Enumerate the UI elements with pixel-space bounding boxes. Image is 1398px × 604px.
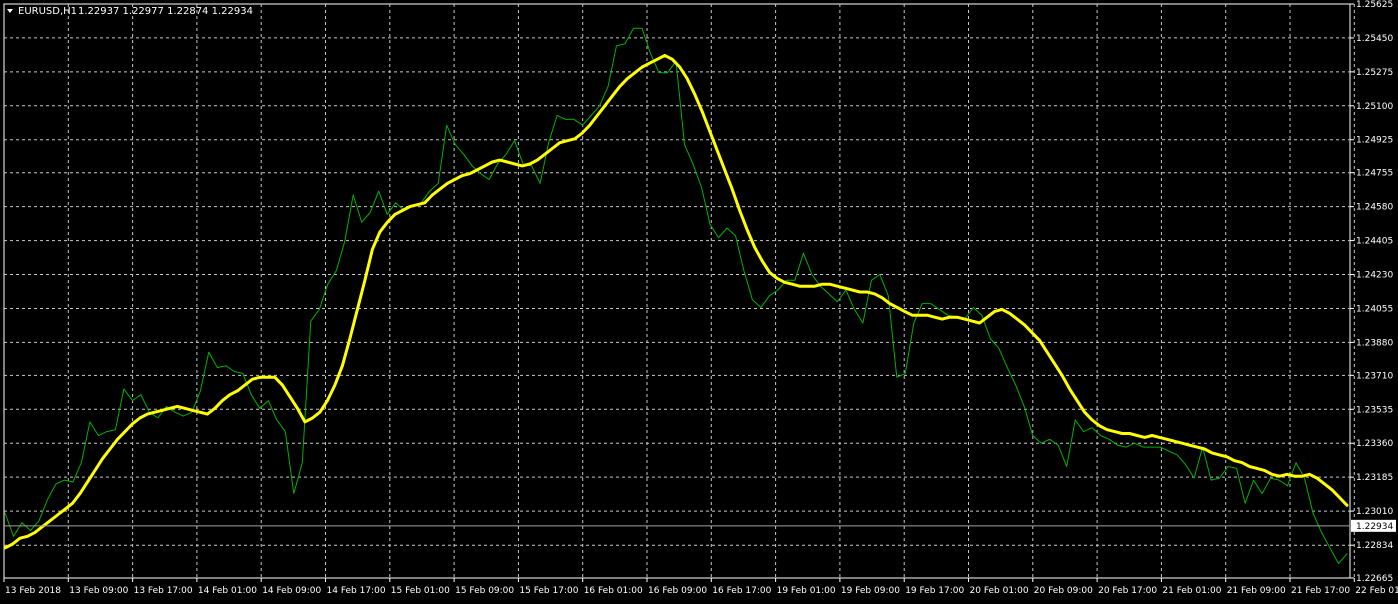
x-tick-label: 13 Feb 2018 — [5, 586, 61, 596]
y-tick-label: 1.23185 — [1356, 473, 1393, 483]
y-tick-label: 1.24405 — [1356, 237, 1393, 247]
x-tick-label: 19 Feb 17:00 — [905, 586, 964, 596]
ohlc-label: 1.22937 1.22977 1.22874 1.22934 — [78, 6, 253, 17]
price-series — [4, 27, 1348, 564]
moving-average-series — [3, 53, 1349, 550]
x-tick-label: 15 Feb 09:00 — [455, 586, 514, 596]
y-tick-label: 1.24925 — [1356, 136, 1393, 146]
y-tick-label: 1.23710 — [1356, 371, 1393, 381]
y-tick-label: 1.25450 — [1356, 34, 1393, 44]
y-tick-label: 1.24755 — [1356, 169, 1393, 179]
x-tick-label: 20 Feb 17:00 — [1098, 586, 1157, 596]
x-tick-label: 16 Feb 09:00 — [648, 586, 707, 596]
plot-frame — [3, 3, 1351, 579]
x-tick-label: 14 Feb 17:00 — [327, 586, 386, 596]
x-tick-label: 19 Feb 09:00 — [841, 586, 900, 596]
x-tick-label: 14 Feb 09:00 — [262, 586, 321, 596]
x-tick-label: 13 Feb 17:00 — [134, 586, 193, 596]
y-tick-label: 1.25275 — [1356, 68, 1393, 78]
x-tick-label: 16 Feb 01:00 — [584, 586, 643, 596]
y-axis-ticks: 1.25625 1.25450 1.25275 1.25100 1.24925 1.247… — [1350, 0, 1393, 584]
y-tick-label: 1.24055 — [1356, 304, 1393, 314]
x-tick-label: 21 Feb 17:00 — [1291, 586, 1350, 596]
chart-window: 1.22934 1.25625 1.25450 1.25275 1.25100 1.24… — [0, 0, 1398, 604]
x-tick-label: 21 Feb 09:00 — [1227, 586, 1286, 596]
current-price-label: 1.22934 — [1356, 522, 1393, 532]
x-tick-label: 21 Feb 01:00 — [1162, 586, 1221, 596]
series-layer — [3, 27, 1349, 564]
price-chart[interactable]: 1.22934 1.25625 1.25450 1.25275 1.25100 1.24… — [0, 0, 1398, 604]
y-tick-label: 1.23880 — [1356, 338, 1393, 348]
chart-header[interactable]: EURUSD,H1 1.22937 1.22977 1.22874 1.2293… — [7, 6, 253, 17]
current-price-line-layer: 1.22934 — [4, 519, 1396, 532]
x-tick-label: 14 Feb 01:00 — [198, 586, 257, 596]
y-tick-label: 1.25625 — [1356, 0, 1393, 10]
dropdown-triangle-icon[interactable] — [7, 9, 13, 13]
x-tick-label: 15 Feb 01:00 — [391, 586, 450, 596]
y-tick-label: 1.25100 — [1356, 102, 1393, 112]
y-tick-label: 1.22834 — [1356, 541, 1393, 551]
y-tick-label: 1.23360 — [1356, 439, 1393, 449]
y-tick-label: 1.22665 — [1356, 574, 1393, 584]
x-tick-label: 13 Feb 09:00 — [69, 586, 128, 596]
y-tick-label: 1.24580 — [1356, 203, 1393, 213]
x-tick-label: 20 Feb 09:00 — [1034, 586, 1093, 596]
horizontal-grid — [4, 37, 1350, 546]
y-tick-label: 1.23535 — [1356, 405, 1393, 415]
symbol-label: EURUSD,H1 — [18, 6, 77, 17]
x-tick-label: 20 Feb 01:00 — [970, 586, 1029, 596]
y-tick-label: 1.24230 — [1356, 271, 1393, 281]
x-tick-label: 19 Feb 01:00 — [777, 586, 836, 596]
x-tick-label: 15 Feb 17:00 — [519, 586, 578, 596]
x-axis-ticks: 13 Feb 2018 13 Feb 09:00 13 Feb 17:00 14 Fe… — [3, 578, 1398, 596]
vertical-grid — [67, 4, 1355, 578]
x-tick-label: 16 Feb 17:00 — [712, 586, 771, 596]
x-tick-label: 22 Feb 01:00 — [1355, 586, 1398, 596]
y-tick-label: 1.23010 — [1356, 507, 1393, 517]
